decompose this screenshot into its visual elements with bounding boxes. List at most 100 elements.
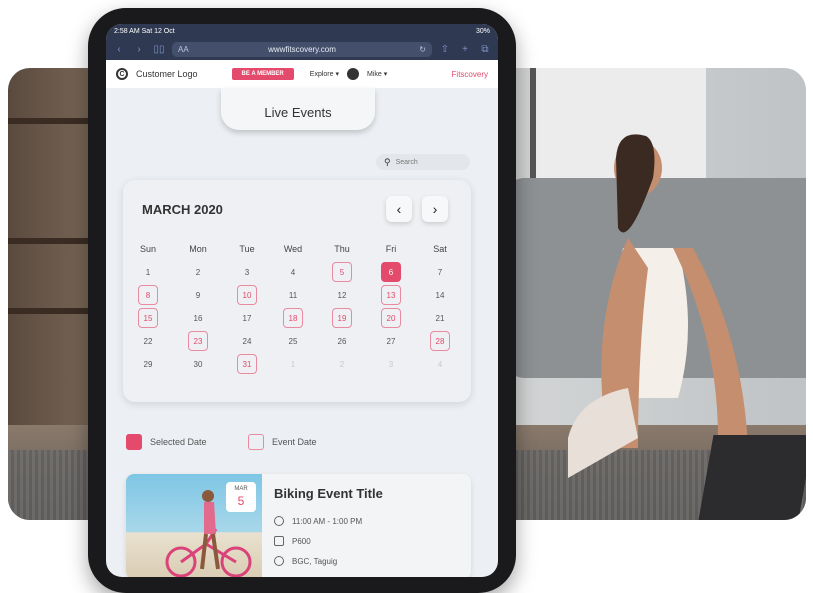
weekday-label: Thu — [334, 244, 350, 254]
calendar-day[interactable]: 6 — [381, 262, 401, 282]
calendar-day[interactable]: 17 — [237, 308, 257, 328]
calendar-day[interactable]: 7 — [430, 262, 450, 282]
laptop — [698, 435, 806, 520]
calendar-day[interactable]: 29 — [138, 354, 158, 374]
live-events-title: Live Events — [264, 105, 332, 120]
calendar-day[interactable]: 4 — [283, 262, 303, 282]
event-location: BGC, Taguig — [292, 556, 338, 566]
chevron-right-icon: › — [432, 201, 438, 217]
calendar-day[interactable]: 11 — [283, 285, 303, 305]
calendar-day[interactable]: 22 — [138, 331, 158, 351]
event-swatch — [248, 434, 264, 450]
search-icon: ⚲ — [384, 156, 391, 167]
calendar-day[interactable]: 9 — [188, 285, 208, 305]
battery-indicator: 30% — [475, 27, 490, 35]
customer-logo-text[interactable]: Customer Logo — [136, 69, 198, 79]
calendar-day[interactable]: 14 — [430, 285, 450, 305]
weekday-label: Fri — [385, 244, 397, 254]
calendar-day[interactable]: 23 — [188, 331, 208, 351]
status-bar: 2:58 AM Sat 12 Oct 30% — [106, 24, 498, 38]
be-a-member-button[interactable]: BE A MEMBER — [231, 68, 294, 80]
share-icon[interactable]: ⇧ — [438, 44, 452, 55]
calendar-day[interactable]: 25 — [283, 331, 303, 351]
clock-icon — [274, 516, 284, 526]
event-time: 11:00 AM - 1:00 PM — [292, 516, 363, 526]
calendar-day[interactable]: 13 — [381, 285, 401, 305]
text-size-button[interactable]: AA — [178, 45, 189, 54]
prev-month-button[interactable]: ‹ — [386, 196, 412, 222]
calendar-day[interactable]: 21 — [430, 308, 450, 328]
weekday-label: Sun — [139, 244, 156, 254]
live-events-tab[interactable]: Live Events — [221, 88, 375, 130]
month-label: MARCH 2020 — [142, 202, 223, 217]
calendar-day: 4 — [437, 359, 443, 369]
calendar-day[interactable]: 24 — [237, 331, 257, 351]
tablet-screen: 2:58 AM Sat 12 Oct 30% ‹ › ▯▯ AA wwwfits… — [106, 24, 498, 577]
back-icon[interactable]: ‹ — [112, 44, 126, 55]
shelf — [8, 308, 98, 314]
explore-menu[interactable]: Explore ▾ — [310, 70, 339, 78]
weekday-label: Wed — [283, 244, 303, 254]
event-date-badge: MAR 5 — [226, 482, 256, 512]
legend-event: Event Date — [248, 434, 317, 450]
calendar-day: 3 — [388, 359, 394, 369]
selected-swatch — [126, 434, 142, 450]
calendar-day[interactable]: 5 — [332, 262, 352, 282]
event-time-row: 11:00 AM - 1:00 PM — [274, 516, 362, 526]
shelf — [8, 118, 98, 124]
site-header: C Customer Logo BE A MEMBER Explore ▾ Mi… — [106, 60, 498, 88]
tabs-icon[interactable]: ⧉ — [478, 44, 492, 55]
event-price-row: P600 — [274, 536, 311, 546]
ticket-icon — [274, 536, 284, 546]
legend-selected: Selected Date — [126, 434, 207, 450]
calendar-day: 1 — [290, 359, 296, 369]
badge-day: 5 — [237, 494, 245, 508]
weekday-label: Sat — [433, 244, 447, 254]
calendar-day[interactable]: 26 — [332, 331, 352, 351]
calendar-day[interactable]: 12 — [332, 285, 352, 305]
url-text: wwwfitscovery.com — [268, 44, 336, 54]
forward-icon[interactable]: › — [132, 44, 146, 55]
calendar-day[interactable]: 19 — [332, 308, 352, 328]
reload-icon[interactable]: ↻ — [419, 45, 426, 54]
event-date-label: Event Date — [272, 437, 317, 447]
user-avatar-icon[interactable] — [346, 68, 359, 80]
event-title[interactable]: Biking Event Title — [274, 486, 383, 501]
badge-month: MAR — [234, 486, 248, 492]
calendar-day[interactable]: 3 — [237, 262, 257, 282]
calendar-day[interactable]: 1 — [138, 262, 158, 282]
calendar-day[interactable]: 10 — [237, 285, 257, 305]
calendar-day[interactable]: 27 — [381, 331, 401, 351]
browser-toolbar: ‹ › ▯▯ AA wwwfitscovery.com ↻ ⇧ + ⧉ — [106, 38, 498, 60]
calendar-day[interactable]: 16 — [188, 308, 208, 328]
calendar-day[interactable]: 31 — [237, 354, 257, 374]
next-month-button[interactable]: › — [422, 196, 448, 222]
user-name: Mike — [366, 71, 382, 78]
calendar-day[interactable]: 30 — [188, 354, 208, 374]
calendar-day[interactable]: 15 — [138, 308, 158, 328]
chevron-down-icon: ▾ — [383, 71, 388, 78]
selected-date-label: Selected Date — [150, 437, 207, 447]
brand-logo[interactable]: Fitscovery — [452, 70, 488, 79]
tablet-device: 2:58 AM Sat 12 Oct 30% ‹ › ▯▯ AA wwwfits… — [88, 8, 516, 593]
calendar-day[interactable]: 2 — [188, 262, 208, 282]
address-bar[interactable]: AA wwwfitscovery.com ↻ — [172, 41, 432, 57]
event-price: P600 — [292, 536, 311, 546]
calendar-day[interactable]: 20 — [381, 308, 401, 328]
calendar-day[interactable]: 8 — [138, 285, 158, 305]
status-time: 2:58 AM Sat 12 Oct — [114, 27, 175, 35]
calendar-day: 2 — [339, 359, 345, 369]
calendar-day[interactable]: 18 — [283, 308, 303, 328]
chevron-down-icon: ▾ — [335, 71, 339, 78]
weekday-label: Mon — [189, 244, 207, 254]
bookmarks-icon[interactable]: ▯▯ — [152, 44, 166, 55]
new-tab-icon[interactable]: + — [458, 44, 472, 55]
search-placeholder: Search — [395, 158, 418, 166]
weekday-label: Tue — [239, 244, 255, 254]
search-input[interactable]: ⚲ Search — [376, 154, 470, 170]
explore-label: Explore — [309, 71, 334, 78]
user-menu[interactable]: Mike ▾ — [367, 70, 387, 78]
event-card[interactable]: MAR 5 Biking Event Title 11:00 AM - 1:00… — [126, 474, 471, 577]
location-pin-icon — [274, 556, 284, 566]
calendar-day[interactable]: 28 — [430, 331, 450, 351]
